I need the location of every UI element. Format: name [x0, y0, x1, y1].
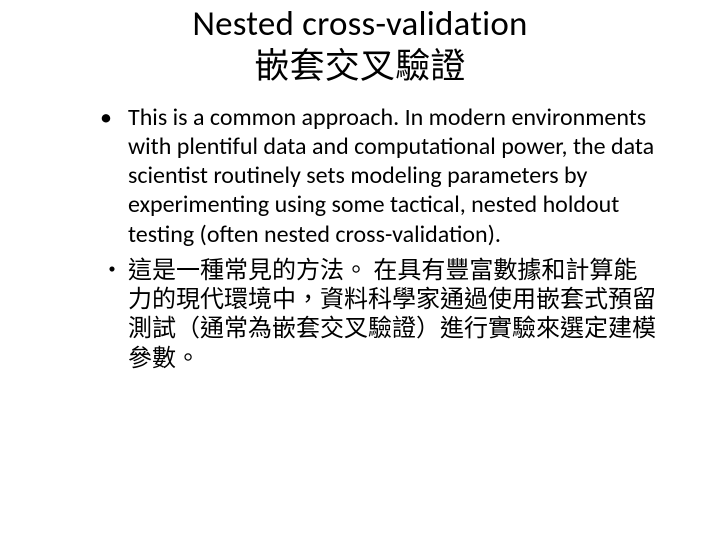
bullet-list: This is a common approach. In modern env… — [60, 103, 660, 370]
title-line-zh: 嵌套交叉驗證 — [60, 44, 660, 84]
slide: Nested cross-validation 嵌套交叉驗證 This is a… — [0, 0, 720, 540]
list-item: 這是一種常見的方法。 在具有豐富數據和計算能力的現代環境中，資料科學家通過使用嵌… — [100, 253, 660, 370]
slide-title: Nested cross-validation 嵌套交叉驗證 — [60, 4, 660, 85]
list-item: This is a common approach. In modern env… — [100, 103, 660, 249]
